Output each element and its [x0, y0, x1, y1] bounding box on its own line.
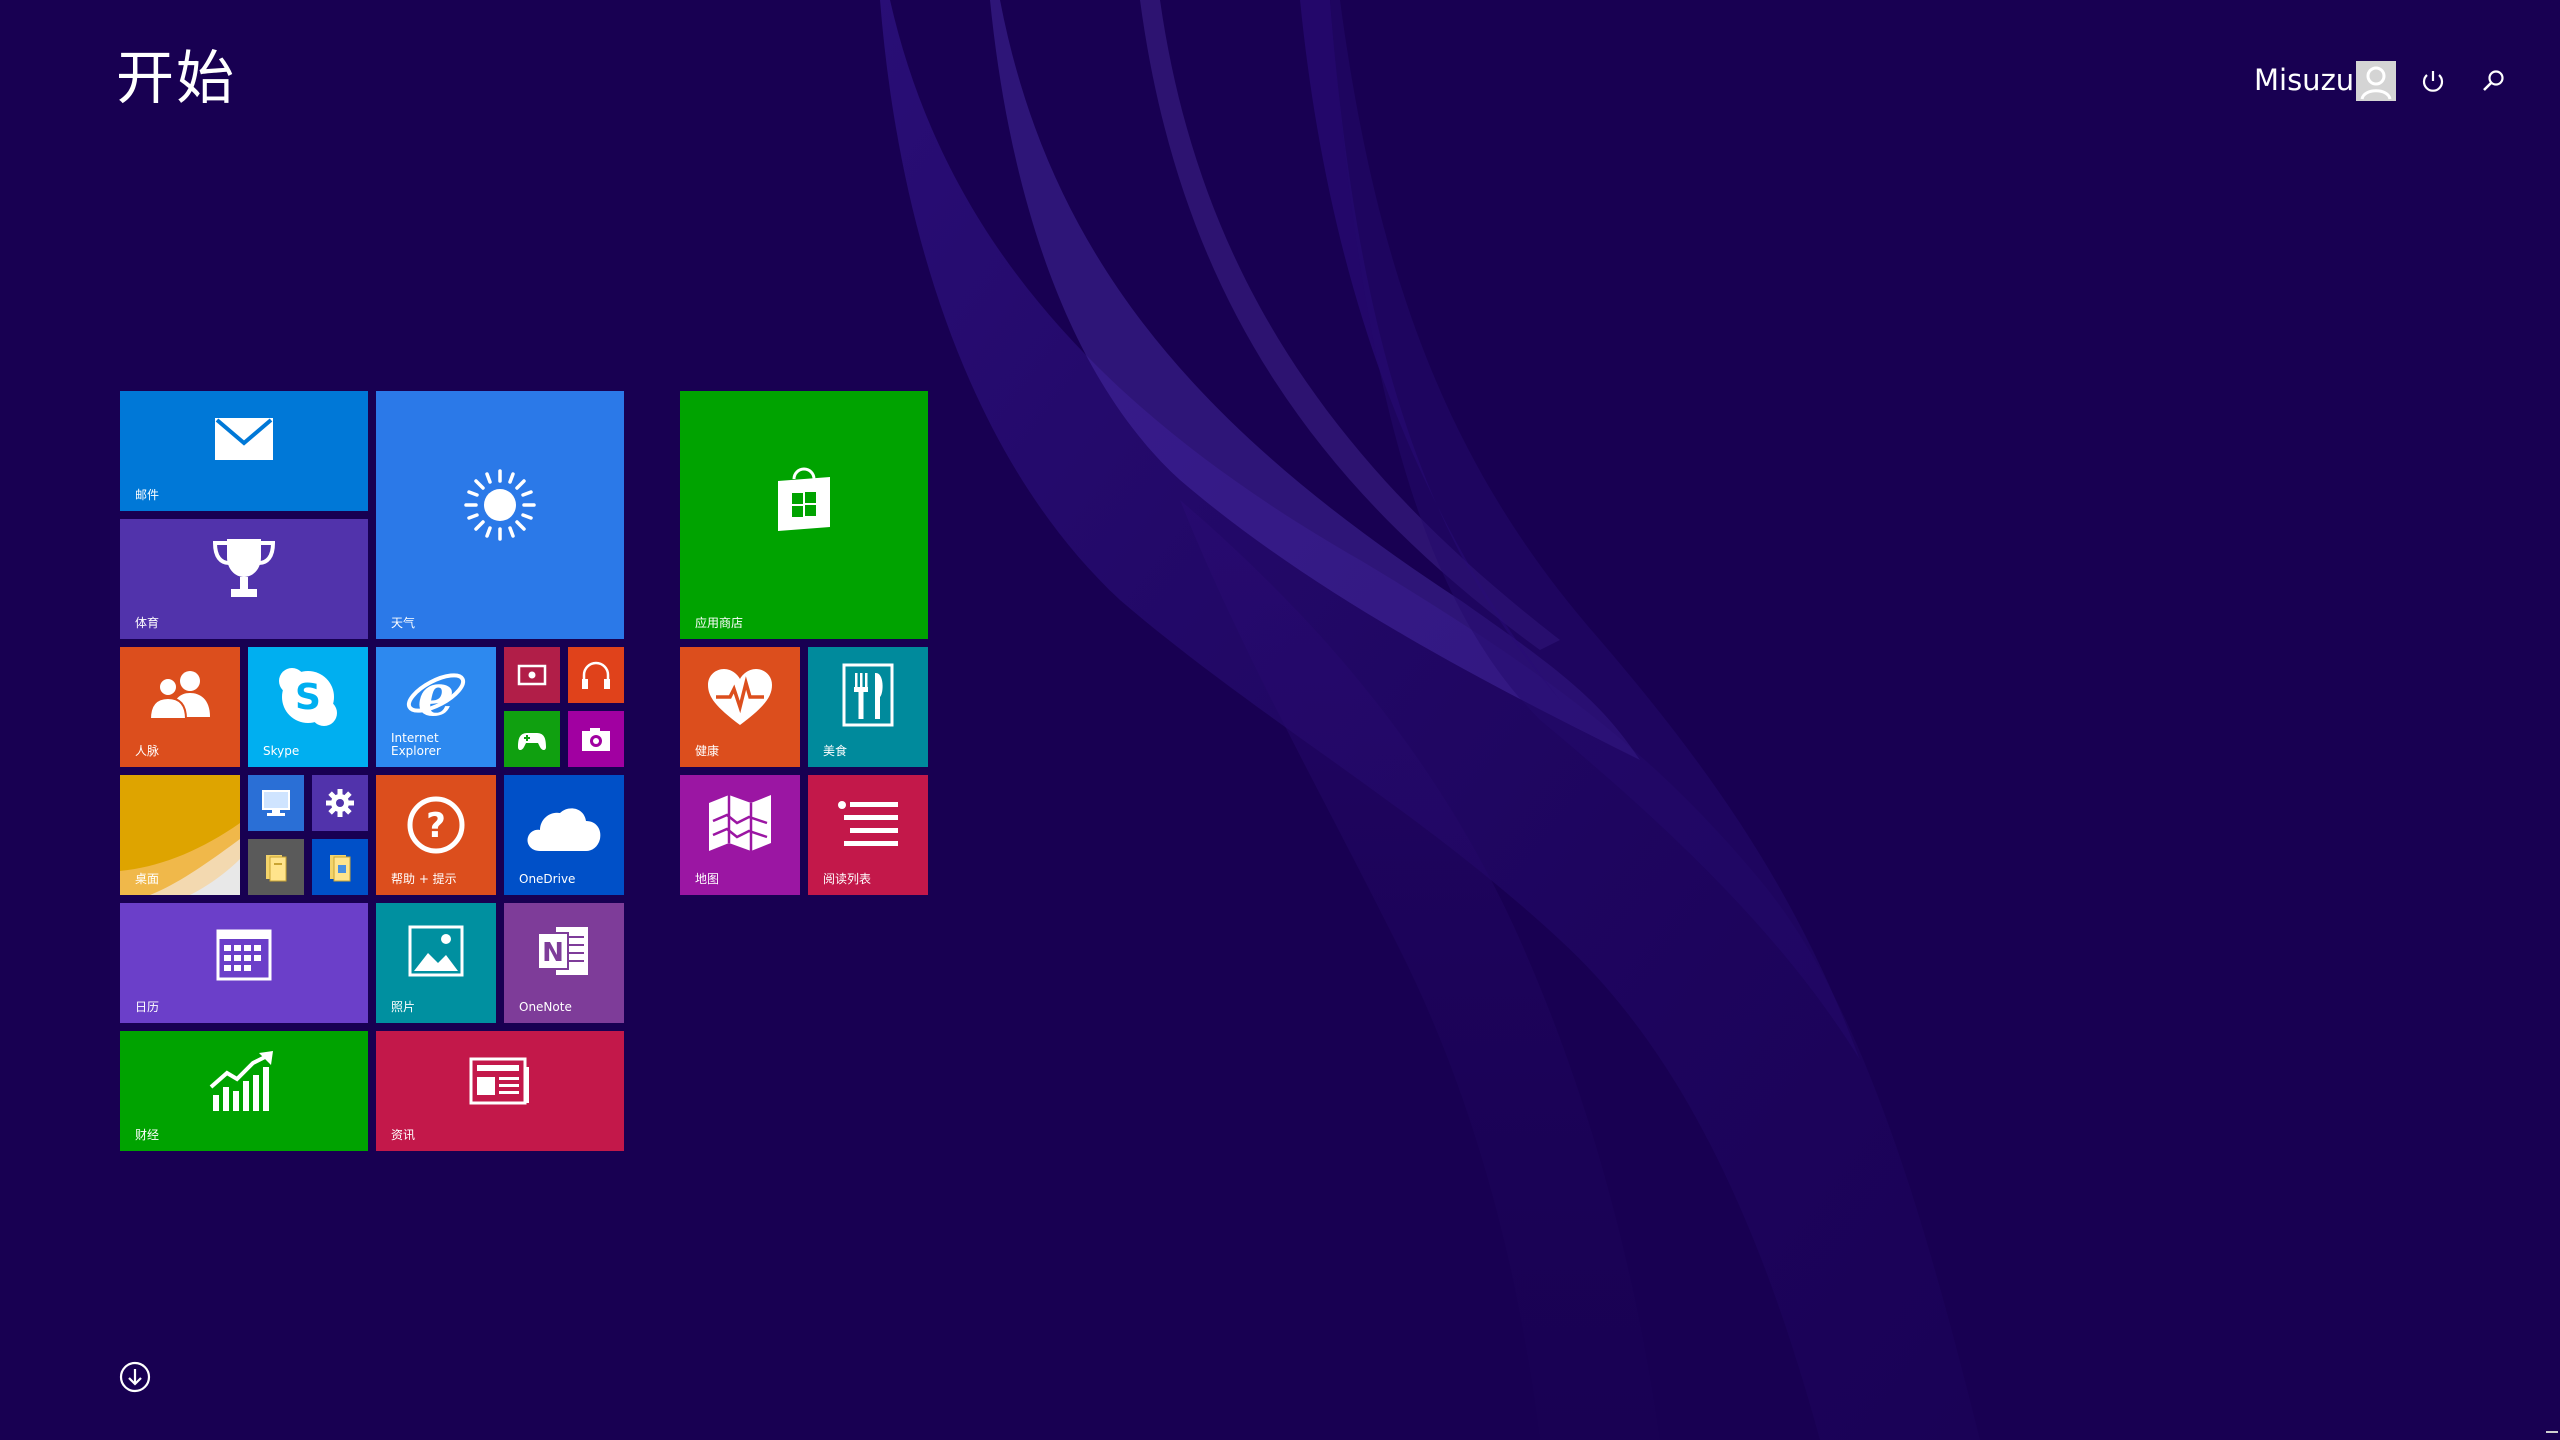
tile-maps-label: 地图 — [695, 872, 720, 886]
tile-skype-label: Skype — [263, 744, 300, 758]
start-screen: 开始 Misuzu 邮件 体育 天气 人脉 S Skype e Internet… — [0, 0, 2560, 1440]
tile-news-label: 资讯 — [391, 1128, 416, 1142]
help-icon: ? — [407, 796, 465, 854]
tile-store-label: 应用商店 — [695, 616, 744, 630]
tile-finance-label: 财经 — [135, 1128, 160, 1142]
tile-news[interactable]: 资讯 — [376, 1031, 624, 1151]
sun-icon — [464, 469, 536, 541]
tile-weather[interactable]: 天气 — [376, 391, 624, 639]
heart-pulse-icon — [708, 669, 772, 725]
tile-ie-label: Internet Explorer — [391, 731, 441, 758]
tile-camera[interactable] — [568, 711, 624, 767]
news-icon — [469, 1057, 529, 1105]
tile-skype[interactable]: S Skype — [248, 647, 368, 767]
power-icon[interactable] — [2416, 64, 2450, 98]
tile-food-label: 美食 — [823, 744, 848, 758]
mail-icon — [215, 418, 273, 460]
tile-onenote-label: OneNote — [519, 1000, 572, 1014]
tile-onedrive[interactable]: OneDrive — [504, 775, 624, 895]
skype-icon: S — [279, 668, 337, 726]
tile-health-label: 健康 — [695, 744, 720, 758]
tile-reading-list[interactable]: 阅读列表 — [808, 775, 928, 895]
tile-people[interactable]: 人脉 — [120, 647, 240, 767]
gamepad-icon — [518, 733, 546, 750]
svg-text:?: ? — [426, 806, 446, 846]
tile-desktop[interactable]: 桌面 — [120, 775, 240, 895]
camera-icon — [582, 728, 610, 751]
tile-sports-label: 体育 — [135, 616, 160, 630]
tile-desktop-label: 桌面 — [135, 872, 160, 886]
tile-internet-explorer[interactable]: e Internet Explorer — [376, 647, 496, 767]
all-apps-down-arrow-icon[interactable] — [118, 1360, 152, 1394]
people-icon — [148, 671, 210, 719]
tile-food[interactable]: 美食 — [808, 647, 928, 767]
tile-store[interactable]: 应用商店 — [680, 391, 928, 639]
tile-mail-label: 邮件 — [135, 488, 160, 502]
corner-minus-icon — [2544, 1424, 2560, 1440]
tile-weather-label: 天气 — [391, 616, 416, 630]
svg-text:N: N — [542, 938, 564, 968]
tile-documents[interactable] — [312, 839, 368, 895]
tile-mail[interactable]: 邮件 — [120, 391, 368, 511]
tile-reading-label: 阅读列表 — [823, 872, 872, 886]
ie-icon: e — [406, 663, 466, 727]
tile-onenote[interactable]: N OneNote — [504, 903, 624, 1023]
calendar-icon — [216, 929, 272, 981]
tile-help-label: 帮助 + 提示 — [391, 872, 457, 886]
reading-list-icon — [838, 801, 898, 846]
start-title: 开始 — [116, 44, 237, 112]
svg-text:e: e — [418, 663, 455, 727]
onenote-icon: N — [537, 927, 588, 975]
tile-sports[interactable]: 体育 — [120, 519, 368, 639]
gear-icon — [326, 789, 354, 817]
video-icon — [517, 664, 547, 686]
tile-health[interactable]: 健康 — [680, 647, 800, 767]
map-icon — [709, 795, 771, 851]
store-bag-icon — [778, 467, 830, 531]
tile-help-tips[interactable]: ? 帮助 + 提示 — [376, 775, 496, 895]
tile-photos-label: 照片 — [391, 1000, 416, 1014]
tile-file-explorer[interactable] — [248, 839, 304, 895]
search-icon[interactable] — [2476, 64, 2510, 98]
tile-maps[interactable]: 地图 — [680, 775, 800, 895]
tile-people-label: 人脉 — [135, 744, 160, 758]
tile-finance[interactable]: 财经 — [120, 1031, 368, 1151]
user-name[interactable]: Misuzu — [2254, 60, 2354, 100]
tile-pc-settings[interactable] — [312, 775, 368, 831]
tile-calendar-label: 日历 — [135, 1000, 160, 1014]
tile-this-pc[interactable] — [248, 775, 304, 831]
photo-icon — [408, 925, 464, 977]
svg-text:S: S — [295, 677, 321, 718]
tile-onedrive-label: OneDrive — [519, 872, 576, 886]
folder-icon — [266, 855, 287, 882]
tile-games[interactable] — [504, 711, 560, 767]
headphones-icon — [582, 661, 610, 689]
tile-video[interactable] — [504, 647, 560, 703]
documents-folder-icon — [330, 855, 351, 882]
finance-chart-icon — [209, 1051, 273, 1111]
tile-photos[interactable]: 照片 — [376, 903, 496, 1023]
computer-icon — [262, 790, 290, 816]
tile-calendar[interactable]: 日历 — [120, 903, 368, 1023]
trophy-icon — [212, 539, 276, 597]
cloud-icon — [527, 808, 601, 851]
tile-music[interactable] — [568, 647, 624, 703]
utensils-icon — [842, 663, 894, 727]
user-avatar-icon[interactable] — [2356, 61, 2396, 101]
